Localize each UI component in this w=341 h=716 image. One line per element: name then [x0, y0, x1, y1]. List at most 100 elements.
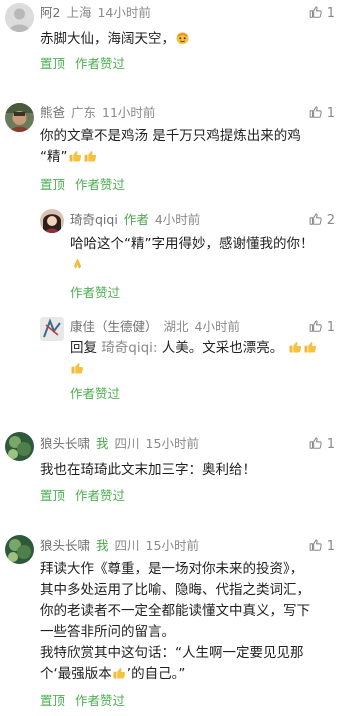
nickname[interactable]: 熊爸: [40, 105, 65, 120]
comment-item: 狼头长啸我四川 15小时前 1 我也在琦琦此文末加三字：奥利给！ 置顶 作者赞过: [0, 424, 341, 528]
user-photo-icon: [40, 317, 64, 341]
like-count: 1: [326, 320, 335, 335]
timestamp: 4小时前: [154, 212, 201, 227]
nickname[interactable]: 康佳（生德健）: [70, 319, 158, 334]
thumbs-up-icon: [309, 213, 322, 225]
author-liked-label: 作者赞过: [75, 177, 126, 192]
avatar[interactable]: [5, 3, 34, 32]
avatar[interactable]: [5, 432, 34, 461]
reply-meta: 康佳（生德健） 湖北 4小时前: [70, 319, 246, 335]
location: 湖北: [163, 319, 189, 334]
reply-meta: 琦奇qiqi 作者 4小时前: [70, 212, 206, 228]
nickname[interactable]: 阿2: [40, 5, 60, 20]
comment-text-line: 一些答非所问的留言。: [40, 624, 175, 640]
pin-button[interactable]: 置顶: [40, 56, 65, 71]
location: 四川: [114, 436, 140, 451]
comment-meta: 阿2 上海 14小时前: [40, 5, 157, 21]
thumbs-up-emoji-icon: [69, 151, 81, 162]
thumbs-up-emoji-icon: [113, 668, 125, 679]
reply-text-line: [70, 359, 338, 380]
pin-button[interactable]: 置顶: [40, 693, 65, 708]
comment-meta: 狼头长啸我四川 15小时前: [40, 436, 205, 452]
reply-text: 哈哈这个“精”字用得妙，感谢懂我的你！: [70, 234, 338, 276]
comment-text-line: 你的文章不是鸡汤 是千万只鸡提炼出来的鸡: [40, 128, 301, 144]
thumbs-up-emoji-icon: [84, 151, 96, 162]
pin-button[interactable]: 置顶: [40, 488, 65, 503]
like-button[interactable]: 1: [309, 5, 335, 22]
self-tag: 我: [96, 538, 109, 553]
pin-button[interactable]: 置顶: [40, 177, 65, 192]
avatar[interactable]: [5, 535, 34, 564]
like-button[interactable]: 1: [309, 436, 335, 453]
like-button[interactable]: 1: [309, 538, 335, 555]
like-button[interactable]: 1: [309, 319, 335, 336]
user-photo-icon: [5, 535, 34, 564]
nickname[interactable]: 狼头长啸: [40, 436, 90, 451]
comment-text-content: “精”: [40, 149, 68, 165]
comment-item: 狼头长啸我四川 15小时前 1 拜读大作《尊重，是一场对你未来的投资》， 其中多处…: [0, 528, 341, 716]
comment-text: 拜读大作《尊重，是一场对你未来的投资》， 其中多处运用了比喻、隐晦、代指之类词汇…: [40, 559, 340, 685]
reply-item: 康佳（生德健） 湖北 4小时前 1 回复 琦奇qiqi: 人美。文采也漂亮。 作者赞…: [0, 312, 341, 422]
location: 上海: [66, 5, 92, 20]
avatar[interactable]: [40, 317, 64, 341]
comment-text: 你的文章不是鸡汤 是千万只鸡提炼出来的鸡 “精”: [40, 126, 340, 168]
reply-text: 回复 琦奇qiqi: 人美。文采也漂亮。: [70, 338, 338, 380]
cool-face-emoji-icon: [176, 32, 189, 45]
default-avatar-icon: [5, 3, 34, 32]
reply-text-content: 人美。文采也漂亮。: [161, 340, 284, 356]
comment-text-line: 你的老读者不一定全都能读懂文中真义，写下: [40, 603, 310, 619]
self-tag: 我: [96, 436, 109, 451]
thumbs-up-icon: [309, 437, 322, 449]
thumbs-up-icon: [309, 6, 322, 18]
comment-meta: 狼头长啸我四川 15小时前: [40, 538, 205, 554]
comment-text-content: ’的自己。”: [126, 666, 186, 682]
comment-text-line: 其中多处运用了比喻、隐晦、代指之类词汇，: [40, 582, 310, 598]
author-liked-label: 作者赞过: [75, 56, 126, 71]
comment-text-line: 拜读大作《尊重，是一场对你未来的投资》，: [40, 561, 304, 577]
thumbs-up-emoji-icon: [289, 342, 301, 353]
user-photo-icon: [5, 103, 34, 132]
nickname[interactable]: 狼头长啸: [40, 538, 90, 553]
like-count: 1: [326, 437, 335, 452]
comment-meta: 熊爸 广东 11小时前: [40, 105, 161, 121]
author-liked-label: 作者赞过: [70, 285, 121, 300]
thumbs-up-icon: [309, 539, 322, 551]
comment-text-line: “精”: [40, 147, 340, 168]
reply-to-user[interactable]: 琦奇qiqi:: [101, 340, 157, 356]
author-tag: 作者: [123, 212, 149, 227]
reply-text-content: 哈哈这个“精”字用得妙，感谢懂我的你！: [70, 236, 314, 252]
timestamp: 4小时前: [194, 319, 240, 334]
avatar[interactable]: [5, 103, 34, 132]
reply-text-line: [70, 255, 338, 276]
location: 广东: [71, 105, 97, 120]
like-button[interactable]: 2: [309, 212, 335, 229]
like-count: 1: [326, 106, 335, 121]
comment-item: 阿2 上海 14小时前 1 赤脚大仙，海阔天空， 置顶 作者赞过: [0, 0, 341, 95]
avatar[interactable]: [40, 209, 64, 233]
comment-text-line: 我特欣赏其中这句话：“人生啊一定要见见那: [40, 645, 304, 661]
author-liked-label: 作者赞过: [75, 693, 126, 708]
nickname[interactable]: 琦奇qiqi: [70, 212, 118, 227]
reply-actions: 作者赞过: [70, 386, 130, 402]
comment-text: 我也在琦琦此文末加三字：奥利给！: [40, 462, 256, 478]
timestamp: 11小时前: [102, 105, 156, 120]
thumbs-up-icon: [309, 320, 322, 332]
reply-actions: 作者赞过: [70, 285, 130, 301]
timestamp: 15小时前: [145, 436, 199, 451]
like-count: 1: [326, 6, 335, 21]
author-liked-label: 作者赞过: [75, 488, 126, 503]
comment-text-content: 赤脚大仙，海阔天空，: [40, 31, 175, 47]
user-photo-icon: [5, 432, 34, 461]
reply-item: 琦奇qiqi 作者 4小时前 2 哈哈这个“精”字用得妙，感谢懂我的你！ 作者赞过: [0, 203, 341, 303]
thumbs-up-emoji-icon: [304, 342, 316, 353]
timestamp: 14小时前: [97, 5, 151, 20]
comment-actions: 置顶 作者赞过: [40, 177, 135, 193]
like-button[interactable]: 1: [309, 105, 335, 122]
comment-text: 赤脚大仙，海阔天空，: [40, 29, 190, 50]
author-liked-label: 作者赞过: [70, 386, 121, 401]
thumbs-up-emoji-icon: [71, 363, 84, 374]
author-photo-icon: [40, 209, 64, 233]
like-count: 1: [326, 539, 335, 554]
comment-actions: 置顶 作者赞过: [40, 693, 135, 709]
like-count: 2: [326, 213, 335, 228]
